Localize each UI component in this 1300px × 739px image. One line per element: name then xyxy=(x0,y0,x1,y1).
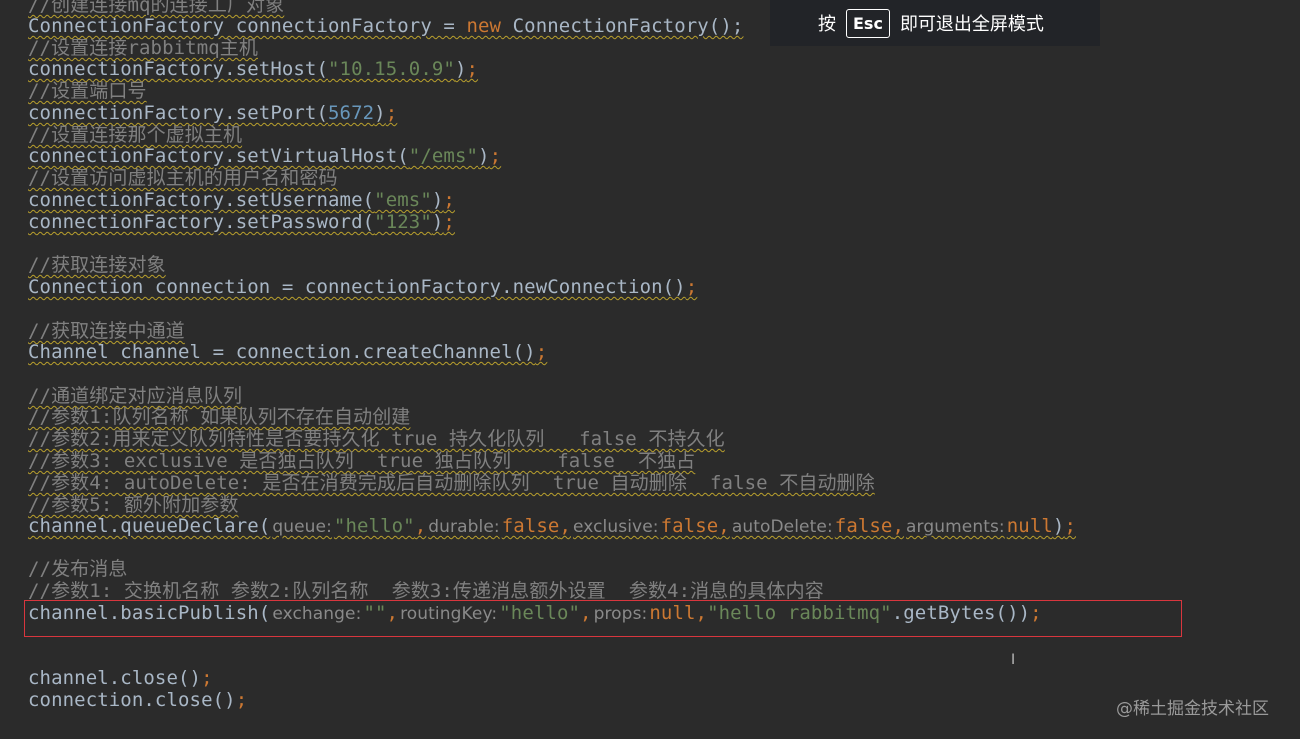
code-string: "/ems" xyxy=(408,145,479,167)
code-text: ) xyxy=(431,189,444,211)
code-text: ) xyxy=(478,145,490,167)
param-hint: durable: xyxy=(428,517,500,537)
code-line: connectionFactory.setVirtualHost("/ems")… xyxy=(28,145,501,167)
code-keyword: false xyxy=(660,515,719,537)
code-text: connectionFactory.setPort( xyxy=(28,102,329,124)
tip-prefix: 按 xyxy=(818,14,836,35)
code-comment: //参数2:用来定义队列特性是否要持久化 true 持久化队列 false 不持… xyxy=(28,428,725,450)
code-text: ConnectionFactory(); xyxy=(501,15,744,37)
code-text: ConnectionFactory connectionFactory = xyxy=(28,15,467,37)
code-line: Channel channel = connection.createChann… xyxy=(28,341,547,363)
code-comment: //参数1: 交换机名称 参数2:队列名称 参数3:传递消息额外设置 参数4:消… xyxy=(28,580,824,602)
param-hint: arguments: xyxy=(906,517,1005,537)
code-comma: , xyxy=(892,515,905,537)
watermark: @稀土掘金技术社区 xyxy=(1116,699,1269,719)
code-line: connectionFactory.setPort(5672); xyxy=(28,102,397,124)
param-hint: autoDelete: xyxy=(731,517,833,537)
code-comma: , xyxy=(414,515,427,537)
code-semicolon: ; xyxy=(201,667,213,689)
code-comment: //参数1:队列名称 如果队列不存在自动创建 xyxy=(28,406,411,428)
code-string: "ems" xyxy=(374,189,432,211)
code-line: Connection connection = connectionFactor… xyxy=(28,276,697,298)
code-comment: //发布消息 xyxy=(28,558,128,580)
highlight-box xyxy=(24,600,1182,637)
code-comma: , xyxy=(559,515,571,537)
code-semicolon: ; xyxy=(466,58,479,80)
code-semicolon: ; xyxy=(1064,515,1076,537)
code-text: connectionFactory.setPassword( xyxy=(28,211,375,233)
code-semicolon: ; xyxy=(535,341,548,363)
code-line: connectionFactory.setUsername("ems"); xyxy=(28,189,455,211)
code-text: ) xyxy=(1052,515,1065,537)
code-string: "10.15.0.9" xyxy=(328,58,455,80)
code-keyword: false xyxy=(501,515,560,537)
code-string: "123" xyxy=(374,211,432,233)
code-line: connection.close(); xyxy=(28,689,247,711)
code-semicolon: ; xyxy=(235,689,248,711)
code-keyword: new xyxy=(466,15,502,37)
code-comment: //设置连接那个虚拟主机 xyxy=(28,124,243,146)
code-comment: //获取连接对象 xyxy=(28,254,166,276)
code-line: channel.queueDeclare(queue: "hello", durab… xyxy=(28,515,1076,537)
code-comma: , xyxy=(718,515,730,537)
code-text: ) xyxy=(454,58,467,80)
code-comment: //设置连接rabbitmq主机 xyxy=(28,37,258,59)
code-keyword: null xyxy=(1006,515,1053,537)
code-line: ConnectionFactory connectionFactory = ne… xyxy=(28,15,743,37)
code-comment: //设置访问虚拟主机的用户名和密码 xyxy=(28,167,338,189)
code-number: 5672 xyxy=(328,102,375,124)
code-text: Connection connection = connectionFactor… xyxy=(28,276,686,298)
code-line: connectionFactory.setPassword("123"); xyxy=(28,211,455,233)
code-text: connectionFactory.setUsername( xyxy=(28,189,375,211)
code-semicolon: ; xyxy=(443,189,455,211)
code-text: ) xyxy=(431,211,444,233)
code-semicolon: ; xyxy=(685,276,698,298)
code-comment: //通道绑定对应消息队列 xyxy=(28,385,243,407)
code-line: connectionFactory.setHost("10.15.0.9"); xyxy=(28,58,478,80)
code-comment: //参数5: 额外附加参数 xyxy=(28,494,239,516)
code-comment: //创建连接mq的连接工厂对象 xyxy=(28,0,285,16)
code-comment: //参数4: autoDelete: 是否在消费完成后自动删除队列 true 自… xyxy=(28,472,875,494)
code-text: connectionFactory.setHost( xyxy=(28,58,329,80)
code-semicolon: ; xyxy=(385,102,398,124)
text-cursor-icon: I xyxy=(1011,652,1016,668)
code-comment: //设置端口号 xyxy=(28,80,147,102)
code-text: connection.close() xyxy=(28,689,236,711)
code-comment: //参数3: exclusive 是否独占队列 true 独占队列 false … xyxy=(28,450,696,472)
code-text: channel.close() xyxy=(28,667,202,689)
param-hint: exclusive: xyxy=(572,517,659,537)
code-text: Channel channel = connection.createChann… xyxy=(28,341,536,363)
code-text: connectionFactory.setVirtualHost( xyxy=(28,145,409,167)
param-hint: queue: xyxy=(272,517,332,537)
code-keyword: false xyxy=(834,515,893,537)
code-semicolon: ; xyxy=(489,145,502,167)
fullscreen-exit-tip: 按 Esc 即可退出全屏模式 xyxy=(770,0,1100,46)
code-text: channel.queueDeclare( xyxy=(28,515,271,537)
code-string: "hello" xyxy=(333,515,415,537)
code-line: channel.close(); xyxy=(28,667,213,689)
code-semicolon: ; xyxy=(443,211,455,233)
code-text: ) xyxy=(374,102,386,124)
tip-suffix: 即可退出全屏模式 xyxy=(899,14,1044,35)
code-comment: //获取连接中通道 xyxy=(28,320,185,342)
esc-key: Esc xyxy=(846,8,890,38)
